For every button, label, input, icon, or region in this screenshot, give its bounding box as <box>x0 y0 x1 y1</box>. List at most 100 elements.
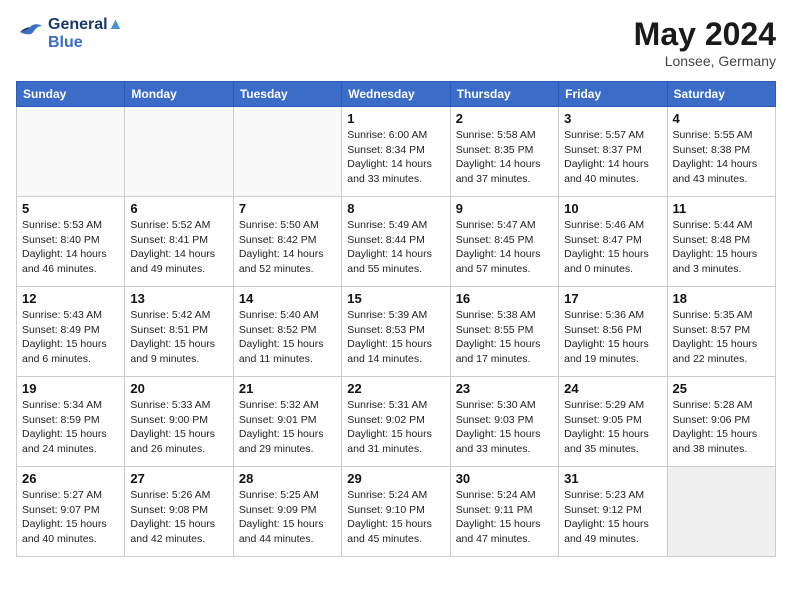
day-number: 16 <box>456 291 553 306</box>
day-number: 14 <box>239 291 336 306</box>
col-sunday: Sunday <box>17 82 125 107</box>
table-row: 14 Sunrise: 5:40 AM Sunset: 8:52 PM Dayli… <box>233 287 341 377</box>
day-number: 13 <box>130 291 227 306</box>
day-number: 11 <box>673 201 770 216</box>
day-number: 30 <box>456 471 553 486</box>
day-number: 28 <box>239 471 336 486</box>
day-info: Sunrise: 6:00 AM Sunset: 8:34 PM Dayligh… <box>347 128 444 187</box>
table-row: 6 Sunrise: 5:52 AM Sunset: 8:41 PM Daylig… <box>125 197 233 287</box>
day-number: 12 <box>22 291 119 306</box>
day-number: 8 <box>347 201 444 216</box>
table-row: 16 Sunrise: 5:38 AM Sunset: 8:55 PM Dayli… <box>450 287 558 377</box>
col-saturday: Saturday <box>667 82 775 107</box>
day-number: 29 <box>347 471 444 486</box>
calendar-table: Sunday Monday Tuesday Wednesday Thursday… <box>16 81 776 557</box>
day-number: 17 <box>564 291 661 306</box>
table-row: 21 Sunrise: 5:32 AM Sunset: 9:01 PM Dayli… <box>233 377 341 467</box>
table-row: 11 Sunrise: 5:44 AM Sunset: 8:48 PM Dayli… <box>667 197 775 287</box>
calendar-week-2: 5Sunrise: 5:53 AM Sunset: 8:40 PM Daylig… <box>17 197 776 287</box>
col-friday: Friday <box>559 82 667 107</box>
day-number: 31 <box>564 471 661 486</box>
col-tuesday: Tuesday <box>233 82 341 107</box>
calendar-week-4: 19 Sunrise: 5:34 AM Sunset: 8:59 PM Dayli… <box>17 377 776 467</box>
day-info: Sunrise: 5:58 AM Sunset: 8:35 PM Dayligh… <box>456 128 553 187</box>
day-number: 23 <box>456 381 553 396</box>
table-row: 26 Sunrise: 5:27 AM Sunset: 9:07 PM Dayli… <box>17 467 125 557</box>
day-number: 22 <box>347 381 444 396</box>
page-header: General▲ Blue May 2024 Lonsee, Germany <box>16 16 776 69</box>
table-row <box>17 107 125 197</box>
day-number: 3 <box>564 111 661 126</box>
day-info: Sunrise: 5:27 AM Sunset: 9:07 PM Dayligh… <box>22 488 119 547</box>
day-info: Sunrise: 5:31 AM Sunset: 9:02 PM Dayligh… <box>347 398 444 457</box>
table-row: 27Sunrise: 5:26 AM Sunset: 9:08 PM Dayli… <box>125 467 233 557</box>
day-info: Sunrise: 5:34 AM Sunset: 8:59 PM Dayligh… <box>22 398 119 457</box>
day-number: 4 <box>673 111 770 126</box>
day-info: Sunrise: 5:57 AM Sunset: 8:37 PM Dayligh… <box>564 128 661 187</box>
day-number: 1 <box>347 111 444 126</box>
day-info: Sunrise: 5:47 AM Sunset: 8:45 PM Dayligh… <box>456 218 553 277</box>
day-info: Sunrise: 5:43 AM Sunset: 8:49 PM Dayligh… <box>22 308 119 367</box>
calendar-week-3: 12 Sunrise: 5:43 AM Sunset: 8:49 PM Dayli… <box>17 287 776 377</box>
day-number: 5 <box>22 201 119 216</box>
table-row: 18 Sunrise: 5:35 AM Sunset: 8:57 PM Dayli… <box>667 287 775 377</box>
day-number: 18 <box>673 291 770 306</box>
col-wednesday: Wednesday <box>342 82 450 107</box>
day-info: Sunrise: 5:39 AM Sunset: 8:53 PM Dayligh… <box>347 308 444 367</box>
day-number: 24 <box>564 381 661 396</box>
day-info: Sunrise: 5:40 AM Sunset: 8:52 PM Dayligh… <box>239 308 336 367</box>
logo-bird-icon <box>16 23 44 45</box>
day-number: 19 <box>22 381 119 396</box>
table-row: 2 Sunrise: 5:58 AM Sunset: 8:35 PM Daylig… <box>450 107 558 197</box>
table-row: 29Sunrise: 5:24 AM Sunset: 9:10 PM Dayli… <box>342 467 450 557</box>
day-info: Sunrise: 5:29 AM Sunset: 9:05 PM Dayligh… <box>564 398 661 457</box>
day-info: Sunrise: 5:32 AM Sunset: 9:01 PM Dayligh… <box>239 398 336 457</box>
day-info: Sunrise: 5:35 AM Sunset: 8:57 PM Dayligh… <box>673 308 770 367</box>
day-info: Sunrise: 5:30 AM Sunset: 9:03 PM Dayligh… <box>456 398 553 457</box>
day-info: Sunrise: 5:24 AM Sunset: 9:11 PM Dayligh… <box>456 488 553 547</box>
table-row: 17 Sunrise: 5:36 AM Sunset: 8:56 PM Dayli… <box>559 287 667 377</box>
day-info: Sunrise: 5:42 AM Sunset: 8:51 PM Dayligh… <box>130 308 227 367</box>
table-row <box>125 107 233 197</box>
table-row: 3 Sunrise: 5:57 AM Sunset: 8:37 PM Daylig… <box>559 107 667 197</box>
day-number: 9 <box>456 201 553 216</box>
day-number: 26 <box>22 471 119 486</box>
table-row <box>667 467 775 557</box>
day-number: 20 <box>130 381 227 396</box>
table-row: 20 Sunrise: 5:33 AM Sunset: 9:00 PM Dayli… <box>125 377 233 467</box>
table-row: 10 Sunrise: 5:46 AM Sunset: 8:47 PM Dayli… <box>559 197 667 287</box>
day-info: Sunrise: 5:33 AM Sunset: 9:00 PM Dayligh… <box>130 398 227 457</box>
day-info: Sunrise: 5:52 AM Sunset: 8:41 PM Dayligh… <box>130 218 227 277</box>
table-row: 1 Sunrise: 6:00 AM Sunset: 8:34 PM Daylig… <box>342 107 450 197</box>
logo: General▲ Blue <box>16 16 123 51</box>
day-info: Sunrise: 5:50 AM Sunset: 8:42 PM Dayligh… <box>239 218 336 277</box>
table-row: 4 Sunrise: 5:55 AM Sunset: 8:38 PM Daylig… <box>667 107 775 197</box>
day-info: Sunrise: 5:44 AM Sunset: 8:48 PM Dayligh… <box>673 218 770 277</box>
table-row: 13 Sunrise: 5:42 AM Sunset: 8:51 PM Dayli… <box>125 287 233 377</box>
table-row: 25Sunrise: 5:28 AM Sunset: 9:06 PM Dayli… <box>667 377 775 467</box>
day-info: Sunrise: 5:25 AM Sunset: 9:09 PM Dayligh… <box>239 488 336 547</box>
table-row: 12 Sunrise: 5:43 AM Sunset: 8:49 PM Dayli… <box>17 287 125 377</box>
title-block: May 2024 Lonsee, Germany <box>634 16 776 69</box>
table-row: 5Sunrise: 5:53 AM Sunset: 8:40 PM Daylig… <box>17 197 125 287</box>
day-number: 10 <box>564 201 661 216</box>
table-row: 28 Sunrise: 5:25 AM Sunset: 9:09 PM Dayli… <box>233 467 341 557</box>
calendar-week-5: 26 Sunrise: 5:27 AM Sunset: 9:07 PM Dayli… <box>17 467 776 557</box>
location: Lonsee, Germany <box>634 53 776 69</box>
day-info: Sunrise: 5:38 AM Sunset: 8:55 PM Dayligh… <box>456 308 553 367</box>
table-row: 24 Sunrise: 5:29 AM Sunset: 9:05 PM Dayli… <box>559 377 667 467</box>
day-number: 2 <box>456 111 553 126</box>
day-info: Sunrise: 5:46 AM Sunset: 8:47 PM Dayligh… <box>564 218 661 277</box>
day-number: 6 <box>130 201 227 216</box>
table-row: 7Sunrise: 5:50 AM Sunset: 8:42 PM Daylig… <box>233 197 341 287</box>
table-row: 9 Sunrise: 5:47 AM Sunset: 8:45 PM Daylig… <box>450 197 558 287</box>
table-row: 23 Sunrise: 5:30 AM Sunset: 9:03 PM Dayli… <box>450 377 558 467</box>
month-title: May 2024 <box>634 16 776 53</box>
logo-text: General▲ Blue <box>48 16 123 51</box>
calendar-week-1: 1 Sunrise: 6:00 AM Sunset: 8:34 PM Daylig… <box>17 107 776 197</box>
day-info: Sunrise: 5:55 AM Sunset: 8:38 PM Dayligh… <box>673 128 770 187</box>
day-number: 21 <box>239 381 336 396</box>
table-row: 22 Sunrise: 5:31 AM Sunset: 9:02 PM Dayli… <box>342 377 450 467</box>
day-info: Sunrise: 5:36 AM Sunset: 8:56 PM Dayligh… <box>564 308 661 367</box>
table-row: 19 Sunrise: 5:34 AM Sunset: 8:59 PM Dayli… <box>17 377 125 467</box>
